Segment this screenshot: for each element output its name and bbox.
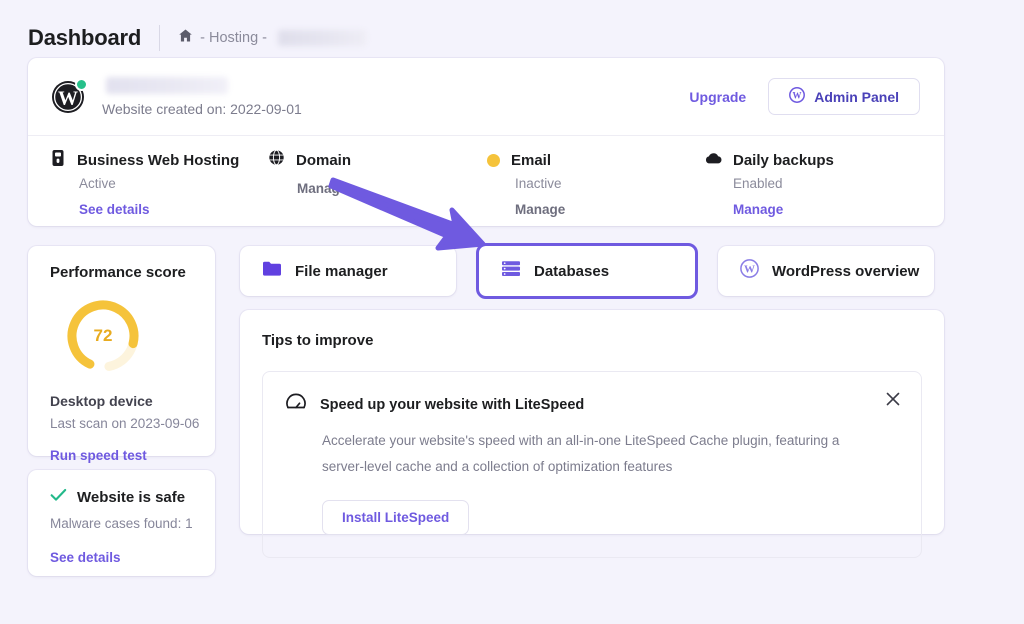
- globe-icon: [268, 149, 285, 171]
- tip-header: Speed up your website with LiteSpeed: [285, 391, 899, 418]
- service-backups: Daily backups Enabled Manage: [704, 150, 922, 225]
- performance-device: Desktop device: [50, 393, 153, 409]
- site-summary-card: W Website created on: 2022-09-01 Upgrade…: [28, 58, 944, 226]
- service-name: Email: [511, 151, 552, 169]
- tip-body: Accelerate your website's speed with an …: [322, 433, 840, 475]
- svg-text:W: W: [58, 87, 78, 109]
- install-litespeed-button[interactable]: Install LiteSpeed: [322, 499, 470, 535]
- database-icon: [501, 260, 521, 282]
- tile-label: WordPress overview: [772, 262, 920, 280]
- tile-databases[interactable]: Databases: [476, 243, 698, 299]
- svg-text:W: W: [793, 91, 802, 101]
- breadcrumb: - Hosting -: [178, 28, 366, 48]
- redacted-site-name: [106, 76, 228, 94]
- status-dot: [75, 77, 88, 91]
- dashboard-page: Dashboard - Hosting - W Website created …: [0, 0, 1024, 624]
- tip-title: Speed up your website with LiteSpeed: [320, 396, 585, 413]
- safety-see-details-link[interactable]: See details: [50, 550, 215, 565]
- site-summary-header: W Website created on: 2022-09-01 Upgrade…: [28, 58, 944, 136]
- service-header: Email: [486, 150, 704, 170]
- service-status: Active: [79, 176, 116, 191]
- quick-action-tiles: File manager Databases W WordPress overv…: [240, 243, 934, 299]
- service-email: Email Inactive Manage: [486, 150, 704, 225]
- wordpress-icon: W: [740, 259, 759, 283]
- run-speed-test-link[interactable]: Run speed test: [50, 448, 215, 463]
- tile-wordpress-overview[interactable]: W WordPress overview: [718, 246, 934, 296]
- safety-subtitle: Malware cases found: 1: [50, 516, 193, 531]
- service-header: Business Web Hosting: [50, 149, 268, 172]
- close-icon[interactable]: [883, 389, 903, 409]
- cloud-icon: [704, 151, 722, 170]
- tip-item: Speed up your website with LiteSpeed Acc…: [262, 371, 922, 558]
- performance-score-value: 72: [93, 326, 113, 345]
- tips-title: Tips to improve: [262, 332, 374, 349]
- performance-gauge: 72: [64, 297, 142, 375]
- tile-label: File manager: [295, 262, 388, 280]
- server-icon: [50, 149, 66, 172]
- site-summary-actions: Upgrade W Admin Panel: [689, 78, 920, 115]
- services-row: Business Web Hosting Active See details: [28, 136, 944, 225]
- warning-dot-icon: [487, 153, 500, 167]
- service-name: Business Web Hosting: [77, 151, 240, 169]
- service-action-link[interactable]: Manage: [733, 202, 922, 217]
- service-action-link[interactable]: Manage: [515, 202, 704, 217]
- website-safety-card: Website is safe Malware cases found: 1 S…: [28, 470, 215, 576]
- top-bar: Dashboard - Hosting -: [28, 20, 366, 56]
- service-status: Inactive: [515, 176, 562, 191]
- service-header: Domain: [268, 149, 486, 171]
- upgrade-link[interactable]: Upgrade: [689, 89, 746, 105]
- service-name: Domain: [296, 151, 352, 169]
- page-title: Dashboard: [28, 25, 142, 50]
- admin-panel-button[interactable]: W Admin Panel: [768, 78, 920, 115]
- breadcrumb-redacted-domain: [278, 30, 366, 46]
- svg-text:W: W: [744, 263, 755, 275]
- service-status: Enabled: [733, 176, 783, 191]
- safety-title: Website is safe: [77, 489, 186, 506]
- performance-title: Performance score: [50, 264, 186, 281]
- service-domain: Domain Manage: [268, 149, 486, 225]
- wordpress-icon: W: [50, 77, 88, 115]
- performance-last-scan: Last scan on 2023-09-06: [50, 416, 200, 431]
- site-created-label: Website created on: 2022-09-01: [102, 100, 302, 117]
- service-hosting: Business Web Hosting Active See details: [50, 149, 268, 225]
- folder-icon: [262, 260, 282, 282]
- service-header: Daily backups: [704, 150, 922, 170]
- tile-label: Databases: [534, 262, 610, 280]
- tips-to-improve-card: Tips to improve Speed up your website wi…: [240, 310, 944, 558]
- performance-score-card: Performance score 72 Desktop device Last…: [28, 246, 215, 463]
- site-identity: Website created on: 2022-09-01: [102, 76, 302, 117]
- service-action-link[interactable]: See details: [79, 202, 268, 217]
- check-icon: [50, 488, 67, 507]
- safety-header: Website is safe: [50, 488, 215, 507]
- breadcrumb-text: - Hosting -: [200, 30, 267, 46]
- wordpress-icon: W: [789, 87, 806, 106]
- admin-panel-label: Admin Panel: [814, 88, 899, 105]
- service-name: Daily backups: [733, 151, 834, 169]
- service-action-link[interactable]: Manage: [297, 181, 486, 196]
- tile-file-manager[interactable]: File manager: [240, 246, 456, 296]
- home-icon[interactable]: [178, 28, 193, 48]
- speedometer-icon: [285, 391, 307, 418]
- title-divider: [159, 25, 161, 51]
